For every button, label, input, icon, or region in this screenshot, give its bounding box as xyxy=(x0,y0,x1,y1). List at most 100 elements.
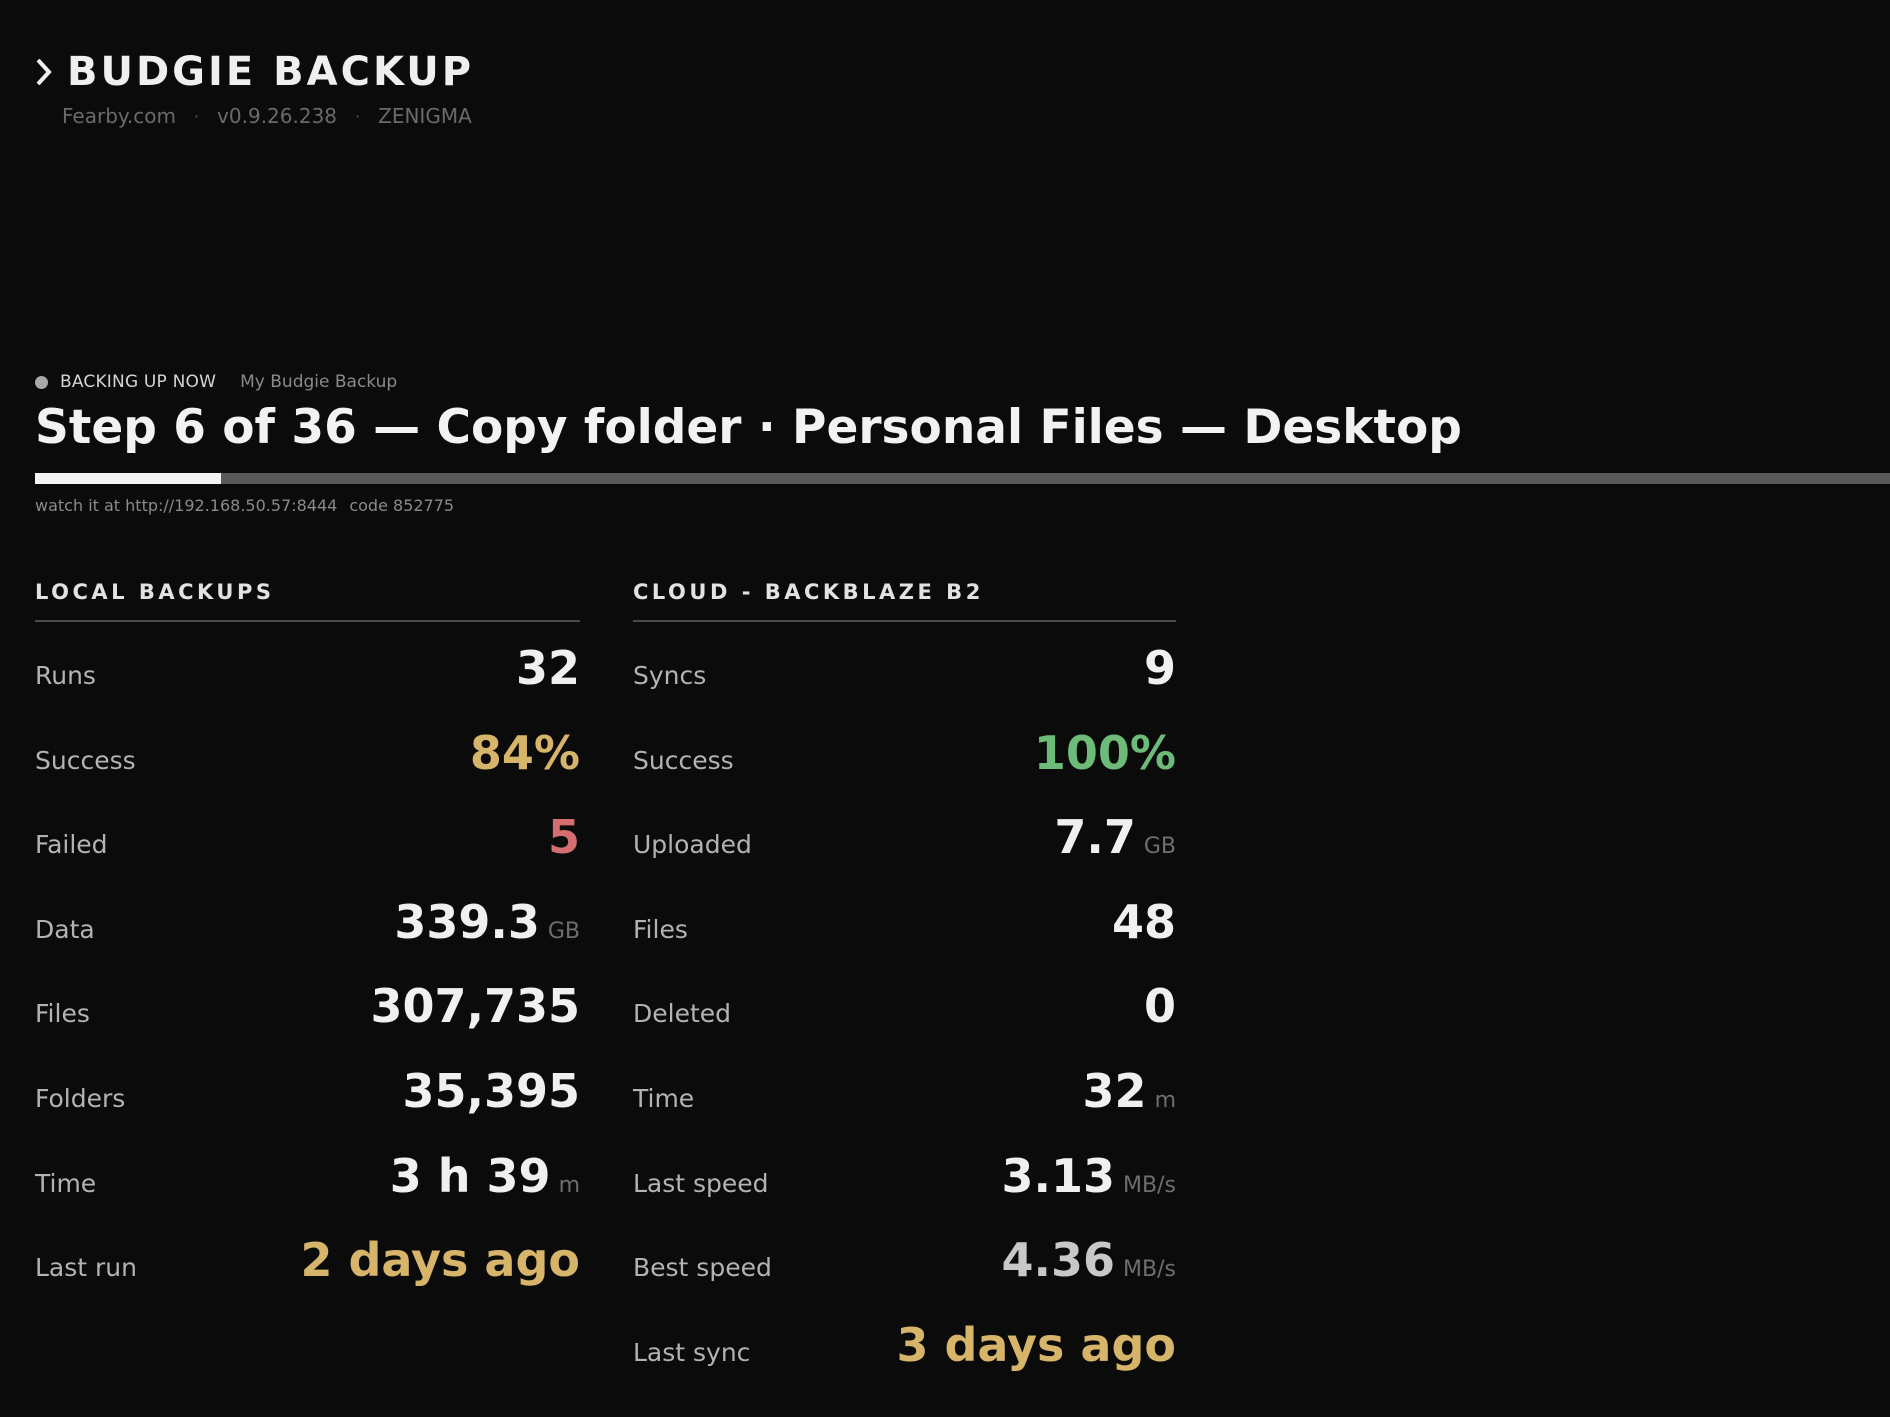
backup-status: BACKING UP NOW My Budgie Backup xyxy=(35,372,397,392)
watch-info: watch it at http://192.168.50.57:8444 co… xyxy=(35,496,454,515)
current-step-title: Step 6 of 36 — Copy folder · Personal Fi… xyxy=(35,400,1462,455)
stat-unit: GB xyxy=(1143,834,1176,860)
stat-row: Runs 32 xyxy=(35,626,580,711)
stat-unit: GB xyxy=(547,918,580,944)
stat-label: Best speed xyxy=(633,1253,772,1283)
stats-list: Runs 32 Success 84% Failed 5 Data 339.3 GB Files 3… xyxy=(35,626,580,1303)
stat-label: Folders xyxy=(35,1083,126,1113)
app-subtitle: Fearby.com · v0.9.26.238 · ZENIGMA xyxy=(62,104,472,128)
stat-value: 339.3 GB xyxy=(394,880,580,975)
stat-value: 32 xyxy=(516,626,580,711)
stat-label: Uploaded xyxy=(633,830,752,860)
site-name: Fearby.com xyxy=(62,104,176,128)
stat-number: 32 xyxy=(515,641,580,695)
separator: · xyxy=(355,106,361,126)
stat-value: 2 days ago xyxy=(300,1218,580,1303)
host-name: ZENIGMA xyxy=(378,104,472,128)
stat-unit: m xyxy=(558,1172,580,1198)
stat-number: 4.36 xyxy=(1001,1233,1116,1288)
stat-label: Last sync xyxy=(633,1337,751,1367)
stat-number: 35,395 xyxy=(402,1063,580,1118)
app-brand: BUDGIE BACKUP xyxy=(35,50,474,94)
cloud-backups-panel: CLOUD - BACKBLAZE B2 Syncs 9 Success 100% Up… xyxy=(633,580,1176,1387)
job-name: My Budgie Backup xyxy=(240,372,398,392)
stat-label: Runs xyxy=(35,661,96,690)
progress-bar xyxy=(35,473,1890,484)
stat-row: Time 32 m xyxy=(633,1049,1176,1134)
budgie-backup-dashboard: BUDGIE BACKUP Fearby.com · v0.9.26.238 ·… xyxy=(0,0,1890,1417)
stat-unit: MB/s xyxy=(1123,1172,1176,1198)
stat-value: 5 xyxy=(548,795,580,880)
stat-row: Success 100% xyxy=(633,711,1176,796)
stat-value: 35,395 xyxy=(402,1049,580,1134)
stat-row: Success 84% xyxy=(35,711,580,796)
chevron-right-icon xyxy=(35,54,57,90)
stat-number: 100% xyxy=(1033,725,1176,780)
stat-row: Deleted 0 xyxy=(633,964,1176,1049)
stat-value: 7.7 GB xyxy=(1054,795,1176,890)
stat-value: 3 h 39 m xyxy=(390,1134,580,1229)
app-version: v0.9.26.238 xyxy=(217,104,338,128)
stat-value: 3 days ago xyxy=(896,1303,1176,1388)
stats-list: Syncs 9 Success 100% Uploaded 7.7 GB Files 48 Del… xyxy=(633,626,1176,1387)
stat-label: Data xyxy=(35,914,95,944)
watch-url[interactable]: watch it at http://192.168.50.57:8444 xyxy=(35,496,337,515)
stat-label: Success xyxy=(633,745,734,775)
status-label: BACKING UP NOW xyxy=(60,372,217,392)
stat-value: 3.13 MB/s xyxy=(1002,1134,1176,1229)
local-backups-panel: LOCAL BACKUPS Runs 32 Success 84% Failed 5 Dat… xyxy=(35,580,580,1303)
stat-row: Failed 5 xyxy=(35,795,580,880)
stat-label: Success xyxy=(35,745,136,775)
stat-row: Last sync 3 days ago xyxy=(633,1303,1176,1388)
stat-number: 7.7 xyxy=(1054,810,1136,865)
stat-label: Deleted xyxy=(633,999,732,1029)
stat-number: 3.13 xyxy=(1001,1148,1116,1203)
panel-heading: CLOUD - BACKBLAZE B2 xyxy=(633,580,1176,622)
stat-label: Files xyxy=(35,999,90,1029)
stat-value: 32 m xyxy=(1083,1049,1176,1144)
stat-row: Files 307,735 xyxy=(35,964,580,1049)
access-code: code 852775 xyxy=(349,496,455,515)
stat-number: 9 xyxy=(1143,641,1176,695)
separator: · xyxy=(193,106,200,126)
progress-bar-fill xyxy=(35,473,221,484)
stat-number: 48 xyxy=(1111,894,1176,949)
stat-number: 0 xyxy=(1143,979,1176,1034)
stat-label: Failed xyxy=(35,830,108,860)
stat-value: 48 xyxy=(1112,880,1176,965)
stat-unit: m xyxy=(1154,1087,1176,1113)
stat-row: Uploaded 7.7 GB xyxy=(633,795,1176,880)
panel-heading: LOCAL BACKUPS xyxy=(35,580,580,622)
stat-row: Syncs 9 xyxy=(633,626,1176,711)
stat-value: 0 xyxy=(1144,964,1176,1049)
stat-number: 32 xyxy=(1082,1063,1147,1118)
app-title: BUDGIE BACKUP xyxy=(67,49,475,95)
stat-label: Last speed xyxy=(633,1168,769,1198)
stat-label: Last run xyxy=(35,1253,137,1283)
stat-row: Best speed 4.36 MB/s xyxy=(633,1218,1176,1303)
stat-number: 2 days ago xyxy=(300,1233,580,1288)
stat-row: Time 3 h 39 m xyxy=(35,1134,580,1219)
stat-value: 84% xyxy=(470,711,580,796)
stat-number: 339.3 xyxy=(394,894,540,949)
stat-label: Syncs xyxy=(633,661,707,690)
status-dot-icon xyxy=(35,375,48,389)
stat-number: 84% xyxy=(469,725,580,780)
stat-number: 3 h 39 xyxy=(389,1148,551,1203)
stat-label: Files xyxy=(633,914,688,944)
stat-value: 307,735 xyxy=(370,964,580,1049)
stat-number: 5 xyxy=(547,810,580,865)
stat-row: Data 339.3 GB xyxy=(35,880,580,965)
stat-row: Last run 2 days ago xyxy=(35,1218,580,1303)
stat-number: 307,735 xyxy=(370,979,580,1034)
stat-number: 3 days ago xyxy=(896,1317,1176,1372)
stat-value: 100% xyxy=(1034,711,1176,796)
stat-unit: MB/s xyxy=(1123,1257,1176,1283)
stat-row: Files 48 xyxy=(633,880,1176,965)
stat-label: Time xyxy=(633,1083,695,1113)
stat-value: 9 xyxy=(1144,626,1176,711)
stat-value: 4.36 MB/s xyxy=(1002,1218,1176,1313)
stat-row: Last speed 3.13 MB/s xyxy=(633,1134,1176,1219)
stat-row: Folders 35,395 xyxy=(35,1049,580,1134)
stat-label: Time xyxy=(35,1168,97,1198)
